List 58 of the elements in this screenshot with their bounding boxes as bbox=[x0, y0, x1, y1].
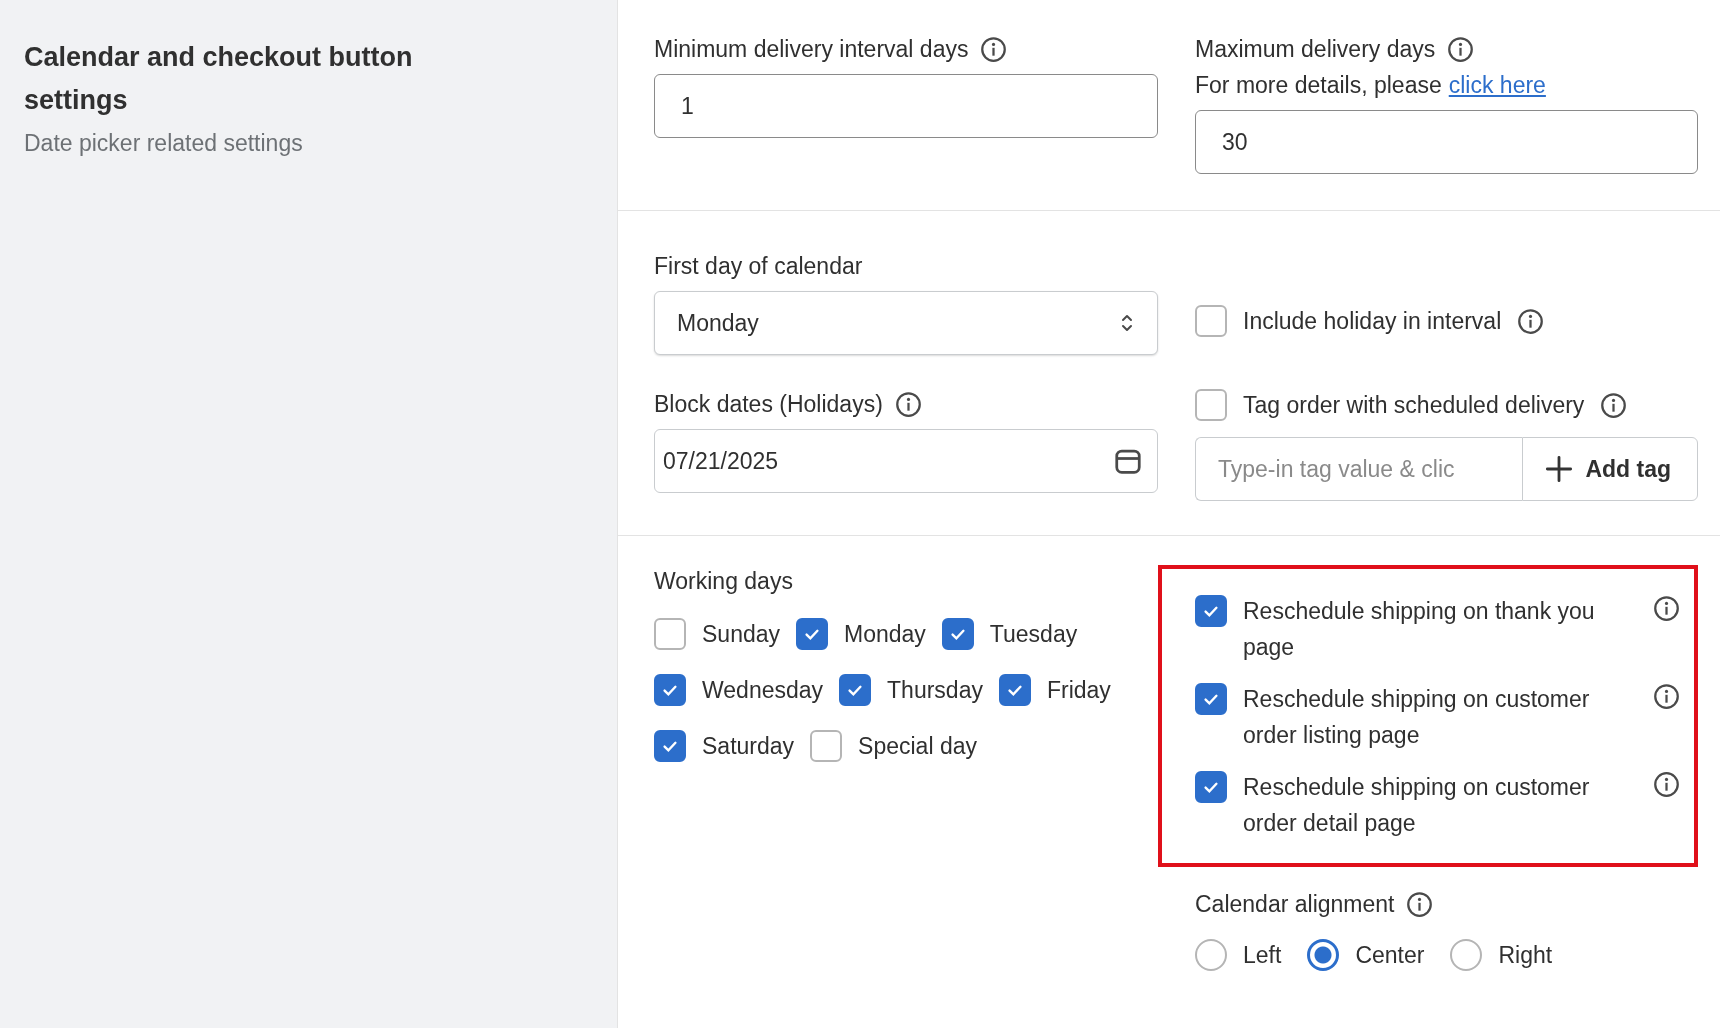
checkbox[interactable] bbox=[654, 618, 686, 650]
checkbox-label: Reschedule shipping on customer order detail page bbox=[1243, 773, 1591, 838]
checkbox-label: Include holiday in interval bbox=[1243, 307, 1502, 336]
checkbox-label: Reschedule shipping on thank you page bbox=[1243, 597, 1596, 662]
info-icon[interactable] bbox=[1653, 683, 1680, 710]
section-title: Calendar and checkout button settings bbox=[24, 41, 414, 117]
checkbox[interactable] bbox=[654, 674, 686, 706]
field-label: Maximum delivery days bbox=[1195, 35, 1436, 64]
field-label: Block dates (Holidays) bbox=[654, 390, 883, 419]
checkbox-label: Thursday bbox=[887, 676, 983, 705]
checkbox[interactable] bbox=[1195, 389, 1227, 421]
checkbox[interactable] bbox=[941, 618, 974, 650]
details-link[interactable]: click here bbox=[1448, 70, 1546, 100]
plus-icon bbox=[1545, 455, 1574, 483]
info-icon[interactable] bbox=[1600, 391, 1628, 419]
checkbox-label: Sunday bbox=[702, 620, 780, 649]
checkbox-label: Special day bbox=[858, 732, 977, 761]
checkbox[interactable] bbox=[810, 730, 843, 762]
checkbox[interactable] bbox=[654, 730, 686, 762]
field-label: First day of calendar bbox=[654, 252, 863, 281]
radio-label: Right bbox=[1498, 941, 1553, 970]
radio-button[interactable] bbox=[1450, 939, 1483, 971]
checkbox[interactable] bbox=[1195, 683, 1227, 715]
checkbox-label: Tag order with scheduled delivery bbox=[1243, 391, 1585, 420]
checkbox[interactable] bbox=[1195, 595, 1227, 627]
info-icon[interactable] bbox=[1517, 307, 1545, 335]
day-select[interactable]: Monday bbox=[654, 291, 1158, 355]
info-icon[interactable] bbox=[980, 35, 1008, 63]
checkbox[interactable] bbox=[1195, 771, 1227, 803]
field-label: Minimum delivery interval days bbox=[654, 35, 969, 64]
checkbox-label: Saturday bbox=[702, 732, 795, 761]
info-icon[interactable] bbox=[1653, 771, 1680, 798]
field-label: Working days bbox=[654, 567, 793, 596]
radio-button[interactable] bbox=[1195, 939, 1227, 971]
info-icon[interactable] bbox=[894, 390, 922, 418]
checkbox-label: Friday bbox=[1046, 676, 1111, 705]
checkbox[interactable] bbox=[796, 618, 828, 650]
section-subtitle: Date picker related settings bbox=[24, 130, 304, 157]
checkbox-label: Wednesday bbox=[702, 676, 824, 705]
number-input[interactable]: 30 bbox=[1195, 110, 1698, 174]
radio-label: Center bbox=[1355, 941, 1425, 970]
checkbox-label: Tuesday bbox=[989, 620, 1078, 649]
info-icon[interactable] bbox=[1406, 890, 1434, 918]
checkbox[interactable] bbox=[1195, 305, 1227, 337]
number-input[interactable]: 1 bbox=[654, 74, 1158, 138]
checkbox-label: Reschedule shipping on customer order listing page bbox=[1243, 685, 1591, 750]
help-text: For more details, please bbox=[1195, 71, 1442, 100]
radio-button[interactable] bbox=[1307, 939, 1340, 971]
add-tag-button[interactable]: Add tag bbox=[1522, 437, 1698, 501]
checkbox-label: Monday bbox=[844, 620, 926, 649]
tag-input[interactable]: Type-in tag value & clic bbox=[1195, 437, 1523, 501]
checkbox[interactable] bbox=[839, 674, 872, 706]
date-input[interactable]: 07/21/2025 bbox=[654, 429, 1158, 493]
field-label: Calendar alignment bbox=[1195, 890, 1395, 919]
checkbox[interactable] bbox=[998, 674, 1031, 706]
radio-label: Left bbox=[1243, 941, 1282, 970]
info-icon[interactable] bbox=[1653, 595, 1680, 622]
info-icon[interactable] bbox=[1447, 35, 1475, 63]
